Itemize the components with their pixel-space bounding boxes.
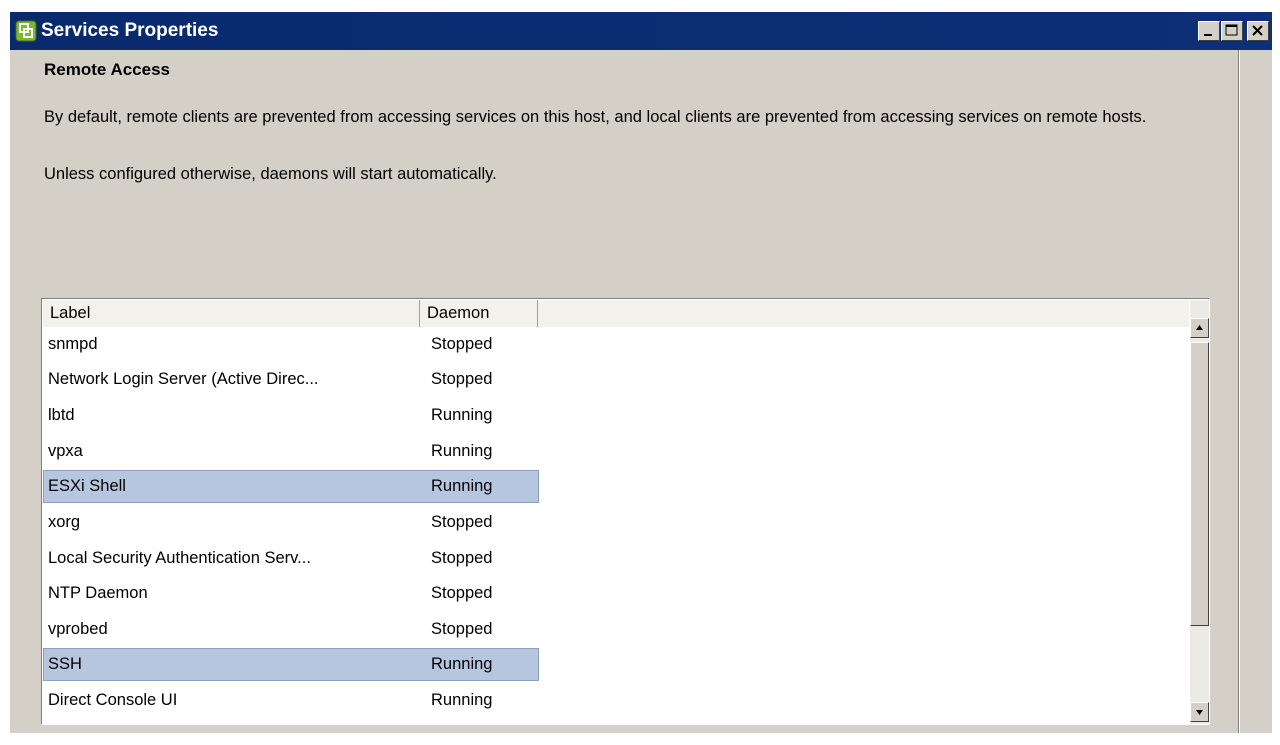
row-daemon-status: Running: [431, 477, 493, 495]
row-label: vpxa: [48, 442, 83, 460]
row-label: lbtd: [48, 406, 75, 424]
row-label: snmpd: [48, 335, 98, 353]
scrollbar-thumb[interactable]: [1190, 342, 1209, 626]
row-daemon-status: Running: [431, 442, 493, 460]
row-daemon-status: Running: [431, 406, 493, 424]
table-row[interactable]: vpxa Running: [43, 435, 1189, 470]
row-label: Direct Console UI: [48, 691, 178, 709]
row-label: Network Login Server (Active Direc...: [48, 370, 319, 388]
row-label: Local Security Authentication Serv...: [48, 549, 311, 567]
row-label: SSH: [48, 655, 82, 673]
window-title: Services Properties: [41, 20, 219, 41]
maximize-icon: [1225, 24, 1238, 36]
vsphere-app-icon: [15, 20, 37, 42]
table-row[interactable]: lbtd Running: [43, 399, 1189, 434]
column-header-daemon[interactable]: Daemon: [420, 300, 538, 327]
row-label: vprobed: [48, 620, 108, 638]
row-daemon-status: Stopped: [431, 370, 493, 388]
services-list[interactable]: Label Daemon snmpd Stopped Network Login …: [41, 298, 1210, 725]
row-daemon-status: Stopped: [431, 620, 493, 638]
maximize-button[interactable]: [1221, 21, 1243, 41]
row-daemon-status: Stopped: [431, 335, 493, 353]
table-row[interactable]: Direct Console UI Running: [43, 684, 1189, 719]
column-header-filler: [538, 300, 1189, 327]
row-label: xorg: [48, 513, 81, 531]
table-row[interactable]: Network Login Server (Active Direc... Sto…: [43, 363, 1189, 398]
vertical-scrollbar[interactable]: [1190, 300, 1209, 724]
content-edge-divider: [1238, 50, 1239, 745]
remote-access-description: By default, remote clients are prevented…: [44, 108, 1147, 126]
close-button[interactable]: [1247, 21, 1269, 41]
row-label: ESXi Shell: [48, 477, 126, 495]
row-label: NTP Daemon: [48, 584, 148, 602]
table-row[interactable]: snmpd Stopped: [43, 328, 1189, 363]
list-header: Label Daemon: [43, 300, 1189, 327]
row-daemon-status: Stopped: [431, 584, 493, 602]
scroll-down-button[interactable]: [1190, 702, 1209, 722]
services-properties-window: Services Properties Remote Access By def…: [10, 12, 1272, 745]
table-row[interactable]: Local Security Authentication Serv... Sto…: [43, 542, 1189, 577]
table-row[interactable]: xorg Stopped: [43, 506, 1189, 541]
row-daemon-status: Stopped: [431, 549, 493, 567]
arrow-up-icon: [1196, 325, 1203, 330]
table-row[interactable]: NTP Daemon Stopped: [43, 577, 1189, 612]
table-row-selected[interactable]: SSH Running: [43, 648, 1189, 683]
arrow-down-icon: [1196, 710, 1203, 715]
scroll-up-button[interactable]: [1190, 318, 1209, 338]
daemon-start-note: Unless configured otherwise, daemons wil…: [44, 165, 497, 183]
minimize-button[interactable]: [1198, 21, 1220, 41]
title-bar[interactable]: Services Properties: [10, 12, 1272, 50]
bottom-margin: [0, 733, 1280, 745]
row-daemon-status: Running: [431, 691, 493, 709]
table-row[interactable]: vprobed Stopped: [43, 613, 1189, 648]
table-row-selected[interactable]: ESXi Shell Running: [43, 470, 1189, 505]
row-daemon-status: Running: [431, 655, 493, 673]
column-header-label[interactable]: Label: [43, 300, 420, 327]
close-icon: [1252, 25, 1263, 36]
row-daemon-status: Stopped: [431, 513, 493, 531]
minimize-icon: [1204, 34, 1212, 36]
section-heading: Remote Access: [44, 60, 170, 79]
